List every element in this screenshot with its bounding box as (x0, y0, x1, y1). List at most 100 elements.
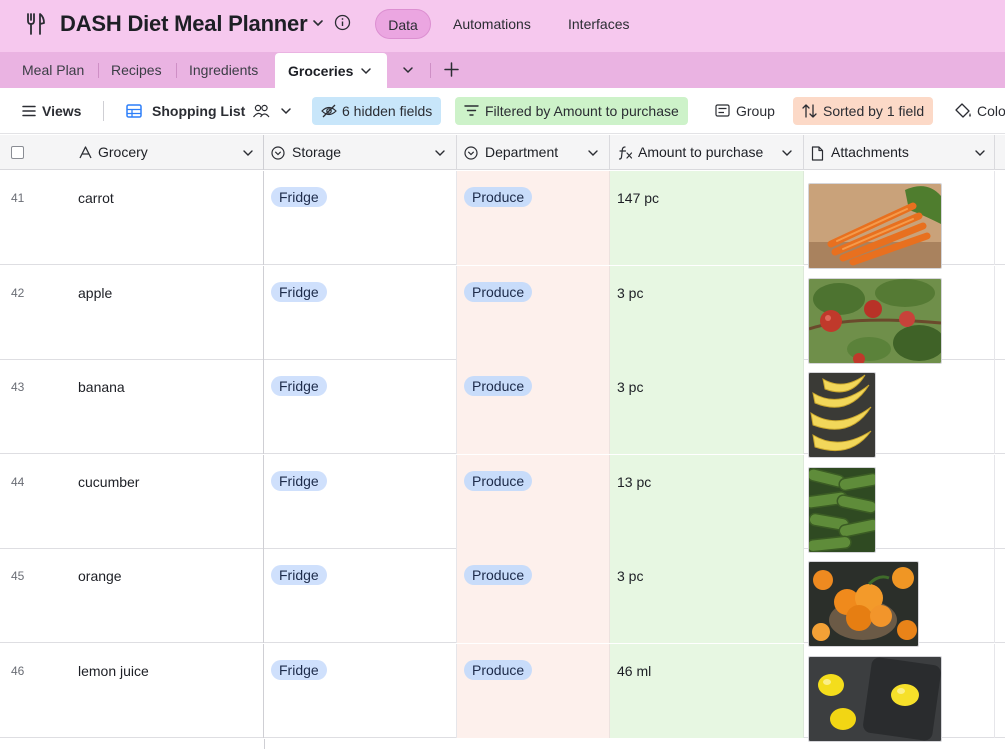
base-title[interactable]: DASH Diet Meal Planner (60, 10, 308, 38)
grid-header: Grocery Storage Department Amount to pur… (0, 135, 1005, 170)
column-header-department[interactable]: Department (457, 135, 610, 170)
views-button[interactable]: Views (22, 97, 81, 125)
amount-cell[interactable]: 46 ml (610, 644, 804, 738)
app-header: DASH Diet Meal Planner Data Automations … (0, 0, 1005, 52)
eye-slash-icon (321, 104, 337, 118)
department-cell[interactable]: Produce (457, 549, 610, 643)
grocery-cell[interactable]: cucumber (66, 455, 264, 549)
group-button[interactable]: Group (706, 97, 784, 125)
attachments-cell[interactable] (804, 171, 995, 269)
view-name: Shopping List (152, 103, 246, 119)
department-cell[interactable]: Produce (457, 360, 610, 454)
grocery-cell[interactable]: orange (66, 549, 264, 643)
select-all-checkbox[interactable] (11, 146, 24, 159)
grocery-cell[interactable]: carrot (66, 171, 264, 265)
tab-groceries[interactable]: Groceries (275, 53, 387, 88)
department-cell[interactable]: Produce (457, 266, 610, 360)
table-row[interactable]: 45 orange Fridge Produce 3 pc (0, 549, 1005, 647)
nav-interfaces[interactable]: Interfaces (568, 9, 629, 39)
table-row[interactable]: 42 apple Fridge Produce 3 pc (0, 266, 1005, 364)
attachments-cell[interactable] (804, 644, 995, 742)
table-row[interactable]: 43 banana Fridge Produce 3 pc (0, 360, 1005, 458)
department-cell[interactable]: Produce (457, 455, 610, 549)
grocery-cell[interactable]: apple (66, 266, 264, 360)
banana-photo[interactable] (808, 372, 876, 458)
color-button[interactable]: Color (955, 97, 1005, 125)
tab-recipes[interactable]: Recipes (111, 52, 162, 88)
column-label: Storage (292, 144, 342, 160)
info-icon[interactable] (334, 14, 351, 31)
column-header-storage[interactable]: Storage (264, 135, 457, 170)
storage-tag: Fridge (271, 565, 327, 585)
storage-cell[interactable]: Fridge (264, 455, 457, 549)
table-row[interactable]: 44 cucumber Fridge Produce 13 pc (0, 455, 1005, 553)
grid-body: 41 carrot Fridge Produce 147 pc 42 apple… (0, 171, 1005, 749)
amount-cell[interactable]: 3 pc (610, 266, 804, 360)
grocery-cell[interactable]: lemon juice (66, 644, 264, 738)
row-number: 43 (11, 380, 25, 394)
row-number: 41 (11, 191, 25, 205)
carrot-photo[interactable] (808, 183, 942, 269)
chevron-down-icon (281, 108, 291, 115)
table-row[interactable]: 41 carrot Fridge Produce 147 pc (0, 171, 1005, 269)
department-tag: Produce (464, 565, 533, 585)
view-toolbar: Views Shopping List 6 hidden fields Filt… (0, 88, 1005, 134)
tab-divider (176, 63, 177, 78)
attachments-cell[interactable] (804, 266, 995, 364)
cucumber-photo[interactable] (808, 467, 876, 553)
tab-meal-plan[interactable]: Meal Plan (22, 52, 84, 88)
storage-cell[interactable]: Fridge (264, 360, 457, 454)
amount-cell[interactable]: 3 pc (610, 360, 804, 454)
chevron-down-icon[interactable] (434, 147, 446, 159)
column-divider (264, 739, 265, 749)
storage-tag: Fridge (271, 187, 327, 207)
fork-knife-icon[interactable] (24, 12, 46, 36)
storage-cell[interactable]: Fridge (264, 171, 457, 265)
chevron-down-icon[interactable] (360, 65, 372, 77)
chevron-down-icon[interactable] (311, 16, 325, 30)
all-tables-chevron-icon[interactable] (402, 64, 414, 76)
chevron-down-icon[interactable] (587, 147, 599, 159)
apple-photo[interactable] (808, 278, 942, 364)
column-header-grocery[interactable]: Grocery (66, 135, 264, 170)
amount-cell[interactable]: 3 pc (610, 549, 804, 643)
orange-photo[interactable] (808, 561, 919, 647)
amount-cell[interactable]: 147 pc (610, 171, 804, 265)
views-label: Views (42, 103, 82, 119)
department-tag: Produce (464, 471, 533, 491)
single-select-icon (271, 146, 285, 160)
column-header-amount[interactable]: Amount to purchase (610, 135, 804, 170)
formula-icon (618, 146, 633, 160)
chevron-down-icon[interactable] (781, 147, 793, 159)
nav-automations[interactable]: Automations (453, 9, 531, 39)
column-header-attachments[interactable]: Attachments (804, 135, 995, 170)
tab-ingredients[interactable]: Ingredients (189, 52, 258, 88)
toolbar-divider (103, 101, 104, 121)
attachments-cell[interactable] (804, 549, 995, 647)
storage-cell[interactable]: Fridge (264, 266, 457, 360)
grocery-cell[interactable]: banana (66, 360, 264, 454)
department-tag: Produce (464, 376, 533, 396)
lemon-photo[interactable] (808, 656, 942, 742)
department-tag: Produce (464, 187, 533, 207)
chevron-down-icon[interactable] (974, 147, 986, 159)
amount-cell[interactable]: 13 pc (610, 455, 804, 549)
sort-button[interactable]: Sorted by 1 field (793, 97, 934, 125)
attachments-cell[interactable] (804, 360, 995, 458)
filter-button[interactable]: Filtered by Amount to purchase (455, 97, 688, 125)
view-switcher[interactable]: Shopping List (126, 97, 291, 125)
column-label: Grocery (98, 144, 148, 160)
chevron-down-icon[interactable] (242, 147, 254, 159)
storage-cell[interactable]: Fridge (264, 644, 457, 738)
paint-bucket-icon (955, 103, 971, 118)
attachments-cell[interactable] (804, 455, 995, 553)
add-table-icon[interactable] (444, 62, 459, 77)
nav-data[interactable]: Data (375, 9, 431, 39)
column-label: Attachments (831, 144, 909, 160)
table-row[interactable]: 46 lemon juice Fridge Produce 46 ml (0, 644, 1005, 742)
storage-cell[interactable]: Fridge (264, 549, 457, 643)
hidden-fields-button[interactable]: 6 hidden fields (312, 97, 442, 125)
department-cell[interactable]: Produce (457, 171, 610, 265)
row-number: 44 (11, 475, 25, 489)
department-cell[interactable]: Produce (457, 644, 610, 738)
